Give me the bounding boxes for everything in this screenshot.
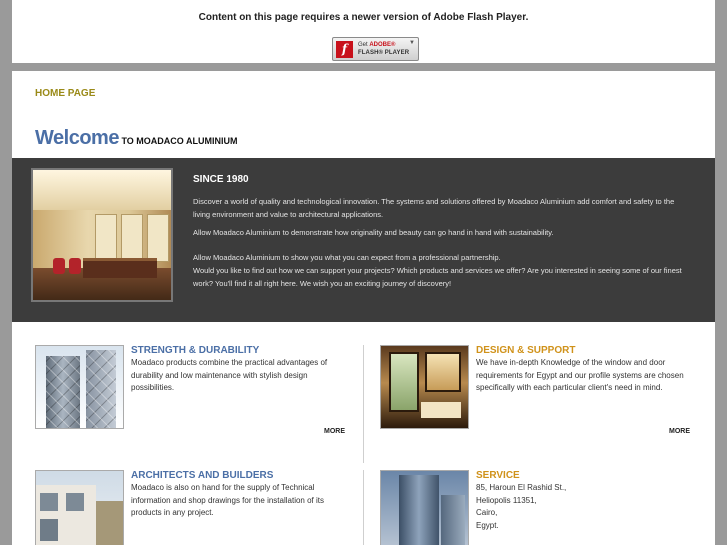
column-divider (363, 345, 364, 463)
intro-band: SINCE 1980 Discover a world of quality a… (12, 158, 715, 322)
more-link[interactable]: MORE (324, 428, 345, 435)
more-link[interactable]: MORE (669, 428, 690, 435)
intro-heading: SINCE 1980 (193, 174, 249, 185)
service-address: 85, Haroun El Rashid St., Heliopolis 113… (476, 482, 694, 532)
address-line: 85, Haroun El Rashid St., (476, 483, 567, 492)
office-tower-photo (380, 470, 469, 545)
feature-strength: STRENGTH & DURABILITY Moadaco products c… (35, 345, 355, 445)
feature-text: Moadaco is also on hand for the supply o… (131, 483, 324, 517)
flash-notice: Content on this page requires a newer ve… (12, 0, 715, 63)
column-divider (363, 470, 364, 545)
flash-product-label: FLASH® PLAYER (358, 50, 410, 56)
flash-logo-icon: f (336, 41, 353, 58)
feature-title: SERVICE (476, 470, 520, 481)
feature-design: DESIGN & SUPPORT We have in-depth Knowle… (380, 345, 700, 445)
showroom-photo (31, 168, 173, 302)
download-arrow-icon: ▼ (409, 40, 415, 46)
address-line: Cairo, (476, 508, 498, 517)
home-page-link[interactable]: HOME PAGE (35, 88, 95, 99)
flash-brand-label: ADOBE® (369, 42, 396, 48)
interior-photo (380, 345, 469, 429)
feature-title[interactable]: DESIGN & SUPPORT (476, 345, 575, 356)
feature-title[interactable]: ARCHITECTS AND BUILDERS (131, 470, 273, 481)
building-photo (35, 470, 124, 545)
welcome-subheading: TO MOADACO ALUMINIUM (118, 136, 238, 146)
feature-text: Moadaco products combine the practical a… (131, 358, 328, 392)
tower-photo (35, 345, 124, 429)
feature-title[interactable]: STRENGTH & DURABILITY (131, 345, 259, 356)
get-flash-player-button[interactable]: f Get ADOBE® FLASH® PLAYER ▼ (332, 37, 419, 61)
page-content: HOME PAGE Welcome TO MOADACO ALUMINIUM S… (12, 71, 715, 545)
intro-paragraph: Would you like to find out how we can su… (193, 266, 682, 288)
feature-text: We have in-depth Knowledge of the window… (476, 358, 684, 392)
intro-paragraph: Allow Moadaco Aluminium to demonstrate h… (193, 228, 554, 237)
flash-get-label: Get (358, 42, 368, 48)
address-line: Heliopolis 11351, (476, 495, 537, 505)
welcome-heading: Welcome (35, 127, 119, 149)
intro-paragraph: Discover a world of quality and technolo… (193, 197, 675, 219)
feature-service: SERVICE 85, Haroun El Rashid St., Heliop… (380, 470, 700, 545)
feature-architects: ARCHITECTS AND BUILDERS Moadaco is also … (35, 470, 355, 545)
address-line: Egypt. (476, 520, 499, 530)
intro-paragraph: Allow Moadaco Aluminium to show you what… (193, 253, 501, 262)
flash-message: Content on this page requires a newer ve… (198, 12, 529, 23)
page-title: Welcome TO MOADACO ALUMINIUM (35, 127, 237, 150)
